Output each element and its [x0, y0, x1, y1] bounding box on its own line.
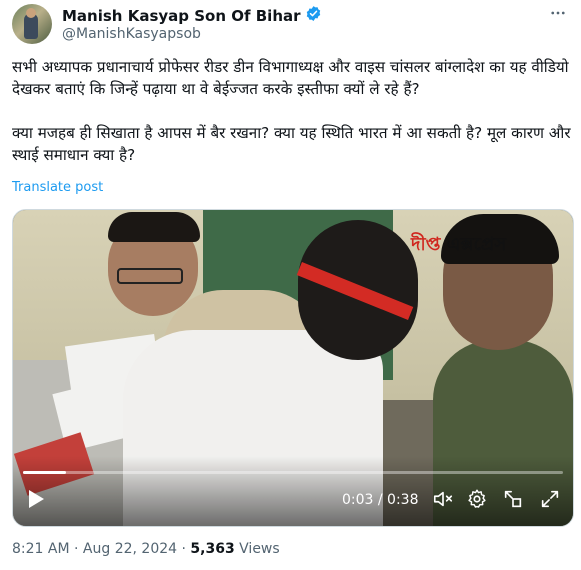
- watermark-part-black: এক্সপ্রেস: [440, 234, 507, 255]
- author-display-name[interactable]: Manish Kasyap Son Of Bihar: [62, 7, 301, 25]
- author-avatar[interactable]: [12, 4, 52, 44]
- translate-post-link[interactable]: Translate post: [12, 180, 103, 195]
- play-button[interactable]: [25, 490, 47, 512]
- post-date[interactable]: Aug 22, 2024: [83, 541, 177, 557]
- video-frame-person-hair: [108, 212, 200, 242]
- settings-button[interactable]: [465, 489, 489, 513]
- picture-in-picture-icon: [502, 488, 524, 514]
- author-handle[interactable]: @ManishKasyapsob: [62, 26, 201, 42]
- more-options-button[interactable]: [547, 4, 569, 26]
- views-label: Views: [234, 541, 280, 557]
- watermark-part-red: দীপ্ত: [411, 234, 441, 255]
- verified-badge-icon: [305, 5, 322, 26]
- video-player[interactable]: দীপ্ত এক্সপ্রেস 0:03 / 0:38: [12, 209, 574, 527]
- views-count: 5,363: [190, 541, 235, 557]
- mute-button[interactable]: [431, 489, 455, 513]
- picture-in-picture-button[interactable]: [501, 489, 525, 513]
- more-options-icon: [549, 4, 567, 26]
- post-paragraph: क्या मजहब ही सिखाता है आपस में बैर रखना?…: [12, 124, 571, 164]
- video-progress-bar[interactable]: [23, 471, 563, 474]
- post-text: सभी अध्यापक प्रधानाचार्य प्रोफेसर रीडर ड…: [12, 56, 572, 166]
- video-frame-glasses: [117, 268, 183, 284]
- channel-watermark: দীপ্ত এক্সপ্রেস: [411, 230, 506, 261]
- meta-separator: ·: [177, 541, 191, 557]
- settings-gear-icon: [466, 488, 488, 514]
- post-time[interactable]: 8:21 AM: [12, 541, 70, 557]
- post-header: Manish Kasyap Son Of Bihar @ManishKasyap…: [12, 4, 569, 46]
- author-name-row: Manish Kasyap Son Of Bihar: [62, 5, 322, 26]
- meta-separator: ·: [69, 541, 83, 557]
- avatar-head: [26, 8, 36, 18]
- video-timecode: 0:03 / 0:38: [342, 492, 419, 508]
- fullscreen-icon: [539, 488, 561, 514]
- post-metadata: 8:21 AM · Aug 22, 2024 · 5,363 Views: [12, 541, 280, 557]
- video-progress-fill: [23, 471, 66, 474]
- post-paragraph: सभी अध्यापक प्रधानाचार्य प्रोफेसर रीडर ड…: [12, 58, 569, 98]
- play-icon: [27, 489, 45, 513]
- video-controls: 0:03 / 0:38: [13, 476, 573, 526]
- mute-icon: [432, 488, 454, 514]
- fullscreen-button[interactable]: [538, 489, 562, 513]
